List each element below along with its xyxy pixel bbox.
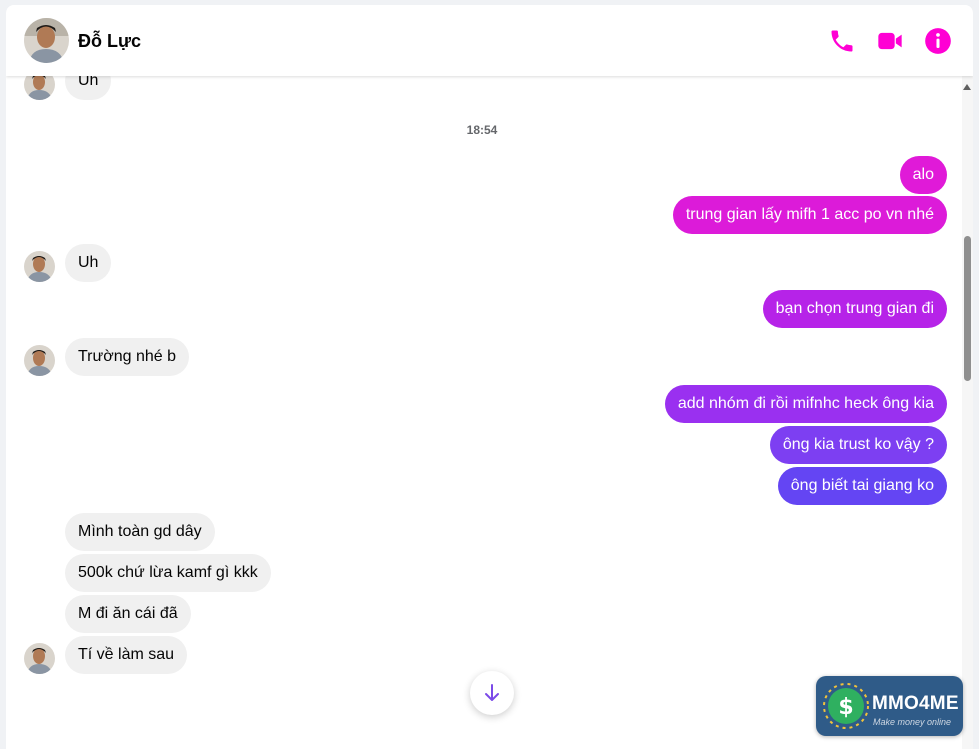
svg-text:$: $ — [838, 695, 853, 720]
chat-header: Đỗ Lực — [6, 5, 973, 76]
contact-name[interactable]: Đỗ Lực — [78, 31, 141, 52]
message-bubble-incoming[interactable]: 500k chứ lừa kamf gì kkk — [65, 554, 271, 592]
watermark-logo: $ MMO4ME Make money online — [816, 676, 963, 736]
message-bubble-outgoing[interactable]: trung gian lấy mifh 1 acc po vn nhé — [672, 196, 947, 234]
watermark-brand: MMO4ME — [872, 693, 959, 714]
message-bubble-incoming[interactable]: Trường nhé b — [65, 338, 189, 376]
message-bubble-outgoing[interactable]: bạn chọn trung gian đi — [762, 290, 947, 328]
contact-avatar-small[interactable] — [24, 251, 55, 282]
message-bubble-incoming[interactable]: Tí về làm sau — [65, 636, 188, 674]
chat-window: Đỗ Lực Uh 18:54 alo trung gian lấy mifh … — [6, 5, 973, 749]
message-bubble-incoming[interactable]: M đi ăn cái đã — [65, 595, 191, 633]
contact-avatar[interactable] — [24, 18, 69, 63]
watermark-tagline: Make money online — [873, 717, 952, 727]
contact-avatar-small[interactable] — [24, 76, 55, 100]
scrollbar-thumb[interactable] — [964, 236, 971, 381]
arrow-down-icon — [485, 684, 499, 701]
message-bubble-outgoing[interactable]: add nhóm đi rồi mifnhc heck ông kia — [664, 385, 947, 423]
scroll-to-bottom-button[interactable] — [470, 671, 514, 715]
message-scrollbar[interactable] — [962, 76, 973, 749]
contact-avatar-small[interactable] — [24, 345, 55, 376]
scroll-up-arrow-icon[interactable] — [963, 84, 971, 90]
message-timestamp: 18:54 — [466, 123, 498, 137]
contact-avatar-small[interactable] — [24, 643, 55, 674]
phone-icon[interactable] — [828, 27, 856, 55]
message-bubble-outgoing[interactable]: ông kia trust ko vậy ? — [769, 426, 947, 464]
message-bubble-outgoing[interactable]: ông biết tai giang ko — [777, 467, 947, 505]
message-list[interactable]: Uh 18:54 alo trung gian lấy mifh 1 acc p… — [6, 76, 968, 749]
message-bubble-incoming[interactable]: Uh — [65, 244, 112, 282]
message-bubble-incoming[interactable]: Mình toàn gd dây — [65, 513, 215, 551]
info-icon[interactable] — [924, 27, 952, 55]
message-bubble-outgoing[interactable]: alo — [899, 156, 947, 194]
message-bubble-incoming[interactable]: Uh — [65, 76, 112, 100]
video-call-icon[interactable] — [876, 27, 904, 55]
dollar-coin-icon: $ — [823, 683, 869, 729]
